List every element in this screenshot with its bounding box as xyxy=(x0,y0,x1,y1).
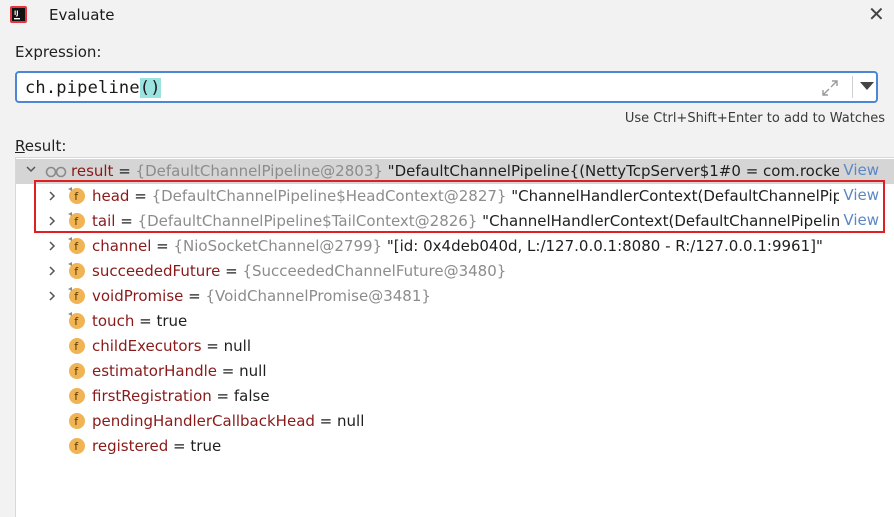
expression-input[interactable]: ch.pipeline() xyxy=(15,71,878,103)
var-name: result xyxy=(71,162,114,180)
var-value: "[id: 0x4deb040d, L:/127.0.0.1:8080 - R:… xyxy=(382,237,823,255)
field-icon: f xyxy=(68,287,85,304)
highlight-annotation-box xyxy=(34,180,885,233)
tree-row-channel[interactable]: f channel = {NioSocketChannel@2799} "[id… xyxy=(16,234,894,259)
history-dropdown-icon[interactable] xyxy=(860,82,874,90)
tree-row-touch[interactable]: f touch = true xyxy=(16,309,894,334)
var-name: touch xyxy=(92,312,135,330)
var-value: "DefaultChannelPipeline{(NettyTcpServer$… xyxy=(382,162,877,180)
var-value: false xyxy=(233,387,270,405)
tree-row-voidPromise[interactable]: f voidPromise = {VoidChannelPromise@3481… xyxy=(16,284,894,309)
title-bar: IJ Evaluate ✕ xyxy=(0,0,894,30)
field-icon: f xyxy=(69,438,85,454)
tree-row-childExecutors[interactable]: f childExecutors = null xyxy=(16,334,894,359)
result-label: Result: xyxy=(15,137,67,155)
svg-text:IJ: IJ xyxy=(14,10,18,17)
chevron-right-icon[interactable] xyxy=(49,266,57,276)
field-icon: f xyxy=(68,262,85,279)
var-name: estimatorHandle xyxy=(92,362,218,380)
window-title: Evaluate xyxy=(49,6,115,24)
chevron-right-icon[interactable] xyxy=(49,241,57,251)
var-value: true xyxy=(156,312,188,330)
var-value: null xyxy=(337,412,365,430)
var-value: null xyxy=(223,337,251,355)
var-name: firstRegistration xyxy=(92,387,212,405)
var-type: {DefaultChannelPipeline@2803} xyxy=(135,162,383,180)
var-name: succeededFuture xyxy=(92,262,221,280)
field-icon: f xyxy=(69,363,85,379)
var-name: childExecutors xyxy=(92,337,202,355)
tree-row-firstRegistration[interactable]: f firstRegistration = false xyxy=(16,384,894,409)
tree-row-pendingHandlerCallbackHead[interactable]: f pendingHandlerCallbackHead = null xyxy=(16,409,894,434)
tree-row-succeededFuture[interactable]: f succeededFuture = {SucceededChannelFut… xyxy=(16,259,894,284)
expression-label: Expression: xyxy=(15,43,102,61)
intellij-app-icon: IJ xyxy=(10,6,27,23)
close-icon[interactable]: ✕ xyxy=(868,2,885,26)
var-name: channel xyxy=(92,237,152,255)
var-value: null xyxy=(239,362,267,380)
var-name: registered xyxy=(92,437,169,455)
paren-highlight: () xyxy=(139,78,161,98)
expand-icon[interactable] xyxy=(821,79,839,97)
field-icon: f xyxy=(68,237,85,254)
tree-row-estimatorHandle[interactable]: f estimatorHandle = null xyxy=(16,359,894,384)
var-type: {NioSocketChannel@2799} xyxy=(173,237,383,255)
var-name: voidPromise xyxy=(92,287,184,305)
expression-text[interactable]: ch.pipeline() xyxy=(25,78,161,98)
field-icon: f xyxy=(69,413,85,429)
var-type: {SucceededChannelFuture@3480} xyxy=(242,262,507,280)
field-icon: f xyxy=(69,338,85,354)
view-link[interactable]: View xyxy=(839,161,879,179)
var-type: {VoidChannelPromise@3481} xyxy=(205,287,431,305)
var-value: true xyxy=(190,437,222,455)
watch-icon xyxy=(45,166,67,178)
dropdown-separator xyxy=(852,76,853,98)
field-icon: f xyxy=(69,388,85,404)
tree-row-registered[interactable]: f registered = true xyxy=(16,434,894,459)
chevron-down-icon[interactable] xyxy=(26,166,36,174)
chevron-right-icon[interactable] xyxy=(49,291,57,301)
field-icon: f xyxy=(68,312,85,329)
watches-hint: Use Ctrl+Shift+Enter to add to Watches xyxy=(624,111,885,126)
var-name: pendingHandlerCallbackHead xyxy=(92,412,315,430)
